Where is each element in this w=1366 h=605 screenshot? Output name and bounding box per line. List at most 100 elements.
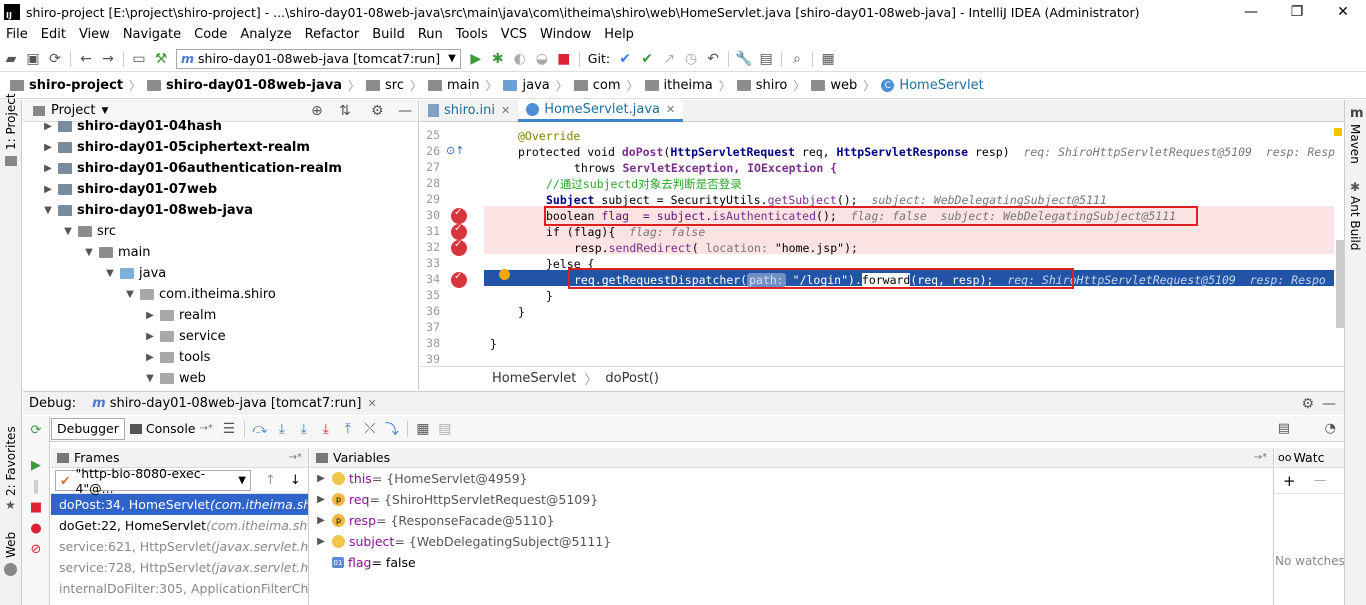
list-icon[interactable]: ☰ xyxy=(218,418,240,440)
tab-homeservlet[interactable]: HomeServlet.java ✕ xyxy=(518,100,684,122)
menu-refactor[interactable]: Refactor xyxy=(299,27,367,42)
web-tool-tab[interactable]: Web xyxy=(4,532,18,558)
debug-session-tab[interactable]: m shiro-day01-08web-java [tomcat7:run] ✕ xyxy=(92,396,377,411)
menu-build[interactable]: Build xyxy=(366,27,412,42)
step-into-icon[interactable]: ⤓ xyxy=(293,418,315,440)
build-hammer-icon[interactable]: ⚒ xyxy=(150,48,172,70)
tree-item[interactable]: ▶ shiro-day01-05ciphertext-realm xyxy=(23,137,418,158)
breadcrumb-item[interactable]: main xyxy=(424,78,483,93)
frame-row[interactable]: internalDoFilter:305, ApplicationFilterC… xyxy=(51,578,308,599)
menu-edit[interactable]: Edit xyxy=(35,27,73,42)
breakpoint-icon[interactable] xyxy=(451,239,467,256)
show-execution-point-icon[interactable]: ⤼ xyxy=(249,418,271,440)
frame-row[interactable]: doPost:34, HomeServlet (com.itheima.shir… xyxy=(51,494,308,515)
variable-row[interactable]: ▶ this = {HomeServlet@4959} xyxy=(310,468,1273,489)
variable-row[interactable]: ▶ p req = {ShiroHttpServletRequest@5109} xyxy=(310,489,1273,510)
expand-arrow-icon[interactable]: ▶ xyxy=(310,536,332,547)
frame-row[interactable]: service:621, HttpServlet (javax.servlet.… xyxy=(51,536,308,557)
git-commit-icon[interactable]: ✔ xyxy=(636,48,658,70)
tree-item[interactable]: ▶ shiro-day01-04hash xyxy=(23,116,418,137)
run-to-cursor-icon[interactable]: ⤵ xyxy=(381,418,403,440)
close-tab-icon[interactable]: ✕ xyxy=(367,397,376,410)
thread-select[interactable]: ✔ "http-bio-8080-exec-4"@... ▼ xyxy=(55,466,251,496)
chevron-down-icon[interactable]: ▼ xyxy=(101,106,108,116)
trace-icon[interactable]: ▤ xyxy=(434,418,456,440)
expand-arrow-icon[interactable]: ▶ xyxy=(310,473,332,484)
run-icon[interactable]: ▶ xyxy=(465,48,487,70)
gear-icon[interactable]: ⚙ xyxy=(1301,396,1314,412)
breadcrumb-item[interactable]: shiro xyxy=(733,78,792,93)
git-update-icon[interactable]: ✔ xyxy=(614,48,636,70)
tree-item[interactable]: ▶ tools xyxy=(23,347,418,368)
tree-item[interactable]: ▶ realm xyxy=(23,305,418,326)
minimize-button[interactable]: — xyxy=(1228,0,1274,24)
tree-item[interactable]: ▼ src xyxy=(23,221,418,242)
back-icon[interactable]: ← xyxy=(75,48,97,70)
project-tool-tab[interactable]: 1: Project xyxy=(4,93,18,150)
save-all-icon[interactable]: ▣ xyxy=(22,48,44,70)
resume-icon[interactable]: ▶ xyxy=(22,455,50,476)
search-icon[interactable]: ⌕ xyxy=(786,48,808,70)
profile-icon[interactable]: ◒ xyxy=(531,48,553,70)
tree-item[interactable]: ▼ java xyxy=(23,263,418,284)
tasks-icon[interactable]: ▦ xyxy=(817,48,839,70)
menu-analyze[interactable]: Analyze xyxy=(234,27,298,42)
close-window-button[interactable]: ✕ xyxy=(1320,0,1366,24)
step-over-icon[interactable]: ⤓ xyxy=(271,418,293,440)
favorites-tool-tab[interactable]: 2: Favorites xyxy=(4,426,18,496)
tab-debugger[interactable]: Debugger xyxy=(51,417,125,440)
ant-build-tool-tab[interactable]: Ant Build xyxy=(1348,196,1362,250)
frame-icon[interactable]: ▭ xyxy=(128,48,150,70)
menu-view[interactable]: View xyxy=(73,27,117,42)
menu-file[interactable]: File xyxy=(0,27,35,42)
view-breakpoints-icon[interactable]: ● xyxy=(22,518,50,539)
menu-help[interactable]: Help xyxy=(598,27,641,42)
maven-tool-tab[interactable]: Maven xyxy=(1348,124,1362,164)
expand-arrow-icon[interactable]: ▶ xyxy=(310,515,332,526)
memory-view-icon[interactable]: ◔ xyxy=(1325,421,1336,436)
breadcrumb-item[interactable]: C HomeServlet xyxy=(877,78,987,93)
pause-icon[interactable]: ‖ xyxy=(22,476,50,497)
menu-navigate[interactable]: Navigate xyxy=(117,27,188,42)
run-config-select[interactable]: m shiro-day01-08web-java [tomcat7:run] ▼ xyxy=(176,48,461,69)
tree-item[interactable]: ▶ service xyxy=(23,326,418,347)
breadcrumb-item[interactable]: java xyxy=(499,78,553,93)
expand-arrow-icon[interactable]: ▶ xyxy=(310,494,332,505)
menu-tools[interactable]: Tools xyxy=(450,27,495,42)
variable-row[interactable]: ▶ subject = {WebDelegatingSubject@5111} xyxy=(310,531,1273,552)
breadcrumb-item[interactable]: src xyxy=(362,78,408,93)
tab-shiro-ini[interactable]: shiro.ini ✕ xyxy=(420,100,518,122)
evaluate-icon[interactable]: ▦ xyxy=(412,418,434,440)
git-push-icon[interactable]: ↗ xyxy=(658,48,680,70)
menu-code[interactable]: Code xyxy=(188,27,234,42)
variable-row[interactable]: ▶ p resp = {ResponseFacade@5110} xyxy=(310,510,1273,531)
tree-item[interactable]: ▼ web xyxy=(23,368,418,389)
menu-vcs[interactable]: VCS xyxy=(495,27,534,42)
open-folder-icon[interactable]: ▰ xyxy=(0,48,22,70)
breakpoint-icon[interactable] xyxy=(451,207,467,224)
history-icon[interactable]: ◷ xyxy=(680,48,702,70)
override-marker-icon[interactable]: ⊙↑ xyxy=(446,144,464,157)
close-tab-icon[interactable]: ✕ xyxy=(501,104,510,117)
drop-frame-icon[interactable]: ⤬ xyxy=(359,418,381,440)
mute-breakpoints-icon[interactable]: ⊘ xyxy=(22,539,50,560)
rollback-icon[interactable]: ↶ xyxy=(702,48,724,70)
forward-icon[interactable]: → xyxy=(97,48,119,70)
editor-scrollbar[interactable] xyxy=(1336,240,1344,328)
breakpoint-icon[interactable] xyxy=(451,223,467,240)
tab-console[interactable]: Console →* xyxy=(125,418,218,440)
debug-icon[interactable]: ✱ xyxy=(487,48,509,70)
maximize-button[interactable]: ❐ xyxy=(1274,0,1320,24)
frame-row[interactable]: doGet:22, HomeServlet (com.itheima.shiro… xyxy=(51,515,308,536)
breadcrumb-item[interactable]: itheima xyxy=(641,78,717,93)
breadcrumb-item[interactable]: com xyxy=(570,78,625,93)
breadcrumb-item[interactable]: shiro-project xyxy=(6,78,127,93)
add-watch-button[interactable]: + xyxy=(1283,472,1296,490)
stop-icon[interactable]: ■ xyxy=(22,497,50,518)
remove-watch-button[interactable]: — xyxy=(1314,473,1327,488)
close-tab-icon[interactable]: ✕ xyxy=(666,103,675,116)
tree-item[interactable]: ▶ shiro-day01-07web xyxy=(23,179,418,200)
down-arrow-icon[interactable]: ↓ xyxy=(290,473,301,488)
up-arrow-icon[interactable]: ↑ xyxy=(265,473,276,488)
tree-item[interactable]: ▶ shiro-day01-06authentication-realm xyxy=(23,158,418,179)
